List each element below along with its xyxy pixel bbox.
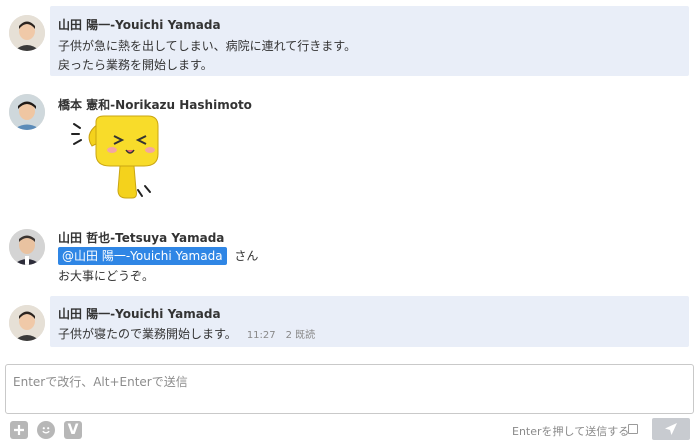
sender-name[interactable]: 橋本 憲和-Norikazu Hashimoto	[58, 96, 252, 113]
user-mention[interactable]: @山田 陽一-Youichi Yamada	[58, 247, 227, 265]
send-on-enter-checkbox[interactable]	[628, 424, 638, 434]
avatar[interactable]	[9, 229, 45, 265]
message-text: 戻ったら業務を開始します。	[58, 58, 213, 72]
paper-plane-icon	[665, 423, 677, 435]
mention-suffix: さん	[234, 249, 259, 263]
sender-name[interactable]: 山田 哲也-Tetsuya Yamada	[58, 229, 224, 246]
message-text: 子供が寝たので業務開始します。 11:27 2 既読	[58, 325, 315, 342]
message-list: 山田 陽一-Youichi Yamada 子供が急に熱を出してしまい、病院に連れ…	[0, 0, 700, 356]
salute-sticker-icon	[71, 115, 159, 199]
avatar[interactable]	[9, 15, 45, 51]
sender-name[interactable]: 山田 陽一-Youichi Yamada	[58, 16, 221, 33]
v-icon[interactable]: V	[64, 421, 82, 439]
send-on-enter-label: Enterを押して送信する	[512, 425, 630, 438]
message-item: 山田 陽一-Youichi Yamada 子供が寝たので業務開始します。 11:2…	[0, 296, 700, 347]
message-text: お大事にどうぞ。	[58, 269, 155, 283]
message-composer	[5, 364, 694, 414]
message-text: 子供が急に熱を出してしまい、病院に連れて行きます。	[58, 39, 357, 53]
message-body: 子供が寝たので業務開始します。	[58, 327, 237, 341]
smiley-icon[interactable]	[37, 421, 55, 439]
message-text: @山田 陽一-Youichi Yamada さん	[58, 247, 258, 265]
plus-icon[interactable]	[10, 421, 28, 439]
message-item: 山田 哲也-Tetsuya Yamada @山田 陽一-Youichi Yama…	[0, 220, 700, 290]
avatar[interactable]	[9, 94, 45, 130]
read-count[interactable]: 2 既読	[286, 330, 316, 341]
message-item: 山田 陽一-Youichi Yamada 子供が急に熱を出してしまい、病院に連れ…	[0, 6, 700, 76]
message-time: 11:27	[246, 330, 276, 341]
message-input[interactable]	[6, 365, 693, 413]
avatar[interactable]	[9, 305, 45, 341]
send-button[interactable]	[652, 418, 690, 440]
sender-name[interactable]: 山田 陽一-Youichi Yamada	[58, 305, 221, 322]
